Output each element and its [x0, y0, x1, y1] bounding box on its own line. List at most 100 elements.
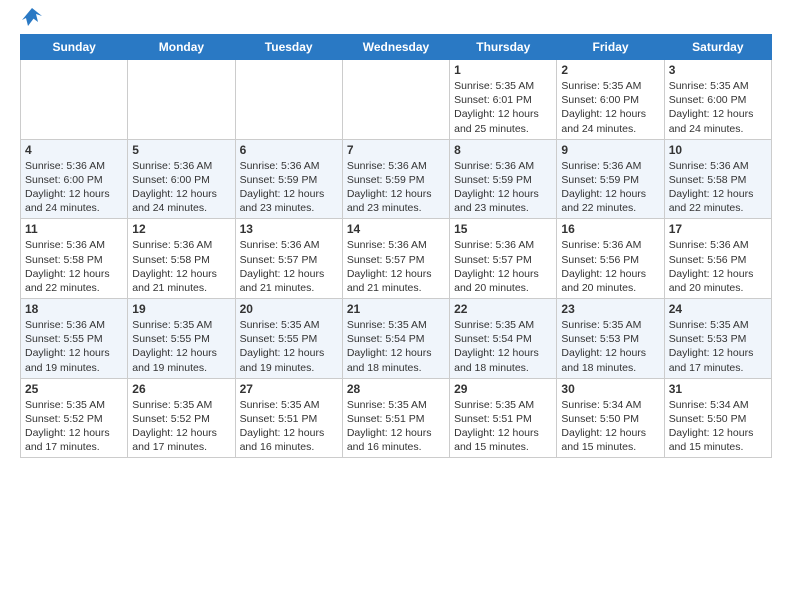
- calendar-cell: 22 Sunrise: 5:35 AMSunset: 5:54 PMDayligh…: [450, 299, 557, 379]
- day-number: 18: [25, 302, 123, 316]
- day-info: Sunrise: 5:35 AMSunset: 6:01 PMDaylight:…: [454, 79, 552, 136]
- day-number: 2: [561, 63, 659, 77]
- calendar-cell: 25 Sunrise: 5:35 AMSunset: 5:52 PMDayligh…: [21, 378, 128, 458]
- calendar-table: SundayMondayTuesdayWednesdayThursdayFrid…: [20, 34, 772, 458]
- calendar-cell: 13 Sunrise: 5:36 AMSunset: 5:57 PMDayligh…: [235, 219, 342, 299]
- day-info: Sunrise: 5:36 AMSunset: 5:55 PMDaylight:…: [25, 318, 123, 375]
- calendar-cell: 31 Sunrise: 5:34 AMSunset: 5:50 PMDayligh…: [664, 378, 771, 458]
- day-number: 17: [669, 222, 767, 236]
- day-number: 4: [25, 143, 123, 157]
- day-info: Sunrise: 5:36 AMSunset: 5:59 PMDaylight:…: [347, 159, 445, 216]
- day-number: 30: [561, 382, 659, 396]
- day-info: Sunrise: 5:36 AMSunset: 6:00 PMDaylight:…: [25, 159, 123, 216]
- day-number: 29: [454, 382, 552, 396]
- calendar-cell: 23 Sunrise: 5:35 AMSunset: 5:53 PMDayligh…: [557, 299, 664, 379]
- calendar-cell: 19 Sunrise: 5:35 AMSunset: 5:55 PMDayligh…: [128, 299, 235, 379]
- day-number: 27: [240, 382, 338, 396]
- day-info: Sunrise: 5:36 AMSunset: 6:00 PMDaylight:…: [132, 159, 230, 216]
- day-number: 3: [669, 63, 767, 77]
- day-info: Sunrise: 5:35 AMSunset: 5:53 PMDaylight:…: [561, 318, 659, 375]
- calendar-cell: 30 Sunrise: 5:34 AMSunset: 5:50 PMDayligh…: [557, 378, 664, 458]
- weekday-header-wednesday: Wednesday: [342, 35, 449, 60]
- calendar-cell: 9 Sunrise: 5:36 AMSunset: 5:59 PMDaylight…: [557, 139, 664, 219]
- day-info: Sunrise: 5:35 AMSunset: 5:52 PMDaylight:…: [25, 398, 123, 455]
- day-info: Sunrise: 5:36 AMSunset: 5:59 PMDaylight:…: [561, 159, 659, 216]
- day-number: 1: [454, 63, 552, 77]
- calendar-cell: 29 Sunrise: 5:35 AMSunset: 5:51 PMDayligh…: [450, 378, 557, 458]
- day-info: Sunrise: 5:36 AMSunset: 5:59 PMDaylight:…: [240, 159, 338, 216]
- calendar-cell: 18 Sunrise: 5:36 AMSunset: 5:55 PMDayligh…: [21, 299, 128, 379]
- day-number: 31: [669, 382, 767, 396]
- header: [20, 16, 772, 26]
- calendar-cell: 1 Sunrise: 5:35 AMSunset: 6:01 PMDaylight…: [450, 60, 557, 140]
- calendar-cell: 3 Sunrise: 5:35 AMSunset: 6:00 PMDaylight…: [664, 60, 771, 140]
- day-number: 13: [240, 222, 338, 236]
- calendar-cell: 11 Sunrise: 5:36 AMSunset: 5:58 PMDayligh…: [21, 219, 128, 299]
- day-info: Sunrise: 5:36 AMSunset: 5:58 PMDaylight:…: [25, 238, 123, 295]
- weekday-header-saturday: Saturday: [664, 35, 771, 60]
- day-number: 19: [132, 302, 230, 316]
- day-number: 20: [240, 302, 338, 316]
- calendar-cell: [21, 60, 128, 140]
- day-info: Sunrise: 5:35 AMSunset: 5:54 PMDaylight:…: [454, 318, 552, 375]
- day-number: 9: [561, 143, 659, 157]
- day-info: Sunrise: 5:35 AMSunset: 5:54 PMDaylight:…: [347, 318, 445, 375]
- day-number: 23: [561, 302, 659, 316]
- day-info: Sunrise: 5:35 AMSunset: 5:51 PMDaylight:…: [347, 398, 445, 455]
- weekday-header-tuesday: Tuesday: [235, 35, 342, 60]
- calendar-cell: 15Sunrise: 5:36 AMSunset: 5:57 PMDayligh…: [450, 219, 557, 299]
- day-number: 21: [347, 302, 445, 316]
- day-info: Sunrise: 5:36 AMSunset: 5:58 PMDaylight:…: [669, 159, 767, 216]
- calendar-cell: 24 Sunrise: 5:35 AMSunset: 5:53 PMDayligh…: [664, 299, 771, 379]
- calendar-cell: [128, 60, 235, 140]
- logo-bird-icon: [22, 8, 42, 26]
- calendar-cell: 12 Sunrise: 5:36 AMSunset: 5:58 PMDayligh…: [128, 219, 235, 299]
- day-info: Sunrise: 5:35 AMSunset: 5:53 PMDaylight:…: [669, 318, 767, 375]
- day-info: Sunrise: 5:36 AMSunset: 5:56 PMDaylight:…: [669, 238, 767, 295]
- calendar-cell: 28 Sunrise: 5:35 AMSunset: 5:51 PMDayligh…: [342, 378, 449, 458]
- calendar-cell: 2 Sunrise: 5:35 AMSunset: 6:00 PMDaylight…: [557, 60, 664, 140]
- calendar-cell: [342, 60, 449, 140]
- day-info: Sunrise: 5:35 AMSunset: 6:00 PMDaylight:…: [669, 79, 767, 136]
- day-info: Sunrise: 5:35 AMSunset: 5:51 PMDaylight:…: [454, 398, 552, 455]
- day-number: 16: [561, 222, 659, 236]
- day-info: Sunrise: 5:35 AMSunset: 6:00 PMDaylight:…: [561, 79, 659, 136]
- day-info: Sunrise: 5:36 AMSunset: 5:57 PMDaylight:…: [240, 238, 338, 295]
- day-number: 22: [454, 302, 552, 316]
- day-number: 7: [347, 143, 445, 157]
- day-number: 24: [669, 302, 767, 316]
- logo: [20, 16, 42, 26]
- day-info: Sunrise: 5:36 AMSunset: 5:59 PMDaylight:…: [454, 159, 552, 216]
- calendar-cell: 27 Sunrise: 5:35 AMSunset: 5:51 PMDayligh…: [235, 378, 342, 458]
- day-number: 25: [25, 382, 123, 396]
- day-number: 26: [132, 382, 230, 396]
- weekday-header-sunday: Sunday: [21, 35, 128, 60]
- calendar-cell: 14Sunrise: 5:36 AMSunset: 5:57 PMDayligh…: [342, 219, 449, 299]
- day-number: 10: [669, 143, 767, 157]
- weekday-header-monday: Monday: [128, 35, 235, 60]
- day-info: Sunrise: 5:36 AMSunset: 5:56 PMDaylight:…: [561, 238, 659, 295]
- calendar-cell: 16 Sunrise: 5:36 AMSunset: 5:56 PMDayligh…: [557, 219, 664, 299]
- calendar-cell: 10 Sunrise: 5:36 AMSunset: 5:58 PMDayligh…: [664, 139, 771, 219]
- day-number: 28: [347, 382, 445, 396]
- day-info: Sunrise: 5:34 AMSunset: 5:50 PMDaylight:…: [561, 398, 659, 455]
- day-info: Sunrise: 5:34 AMSunset: 5:50 PMDaylight:…: [669, 398, 767, 455]
- day-number: 6: [240, 143, 338, 157]
- calendar-cell: 26 Sunrise: 5:35 AMSunset: 5:52 PMDayligh…: [128, 378, 235, 458]
- day-info: Sunrise: 5:36 AMSunset: 5:57 PMDaylight:…: [454, 238, 552, 295]
- day-info: Sunrise: 5:35 AMSunset: 5:55 PMDaylight:…: [132, 318, 230, 375]
- day-info: Sunrise: 5:35 AMSunset: 5:55 PMDaylight:…: [240, 318, 338, 375]
- day-info: Sunrise: 5:35 AMSunset: 5:52 PMDaylight:…: [132, 398, 230, 455]
- calendar-cell: 17 Sunrise: 5:36 AMSunset: 5:56 PMDayligh…: [664, 219, 771, 299]
- calendar-cell: 8Sunrise: 5:36 AMSunset: 5:59 PMDaylight…: [450, 139, 557, 219]
- day-info: Sunrise: 5:36 AMSunset: 5:58 PMDaylight:…: [132, 238, 230, 295]
- day-info: Sunrise: 5:35 AMSunset: 5:51 PMDaylight:…: [240, 398, 338, 455]
- day-number: 14: [347, 222, 445, 236]
- calendar-cell: 20 Sunrise: 5:35 AMSunset: 5:55 PMDayligh…: [235, 299, 342, 379]
- calendar-cell: 5Sunrise: 5:36 AMSunset: 6:00 PMDaylight…: [128, 139, 235, 219]
- weekday-header-thursday: Thursday: [450, 35, 557, 60]
- calendar-cell: 7 Sunrise: 5:36 AMSunset: 5:59 PMDaylight…: [342, 139, 449, 219]
- day-number: 12: [132, 222, 230, 236]
- calendar-cell: [235, 60, 342, 140]
- day-number: 11: [25, 222, 123, 236]
